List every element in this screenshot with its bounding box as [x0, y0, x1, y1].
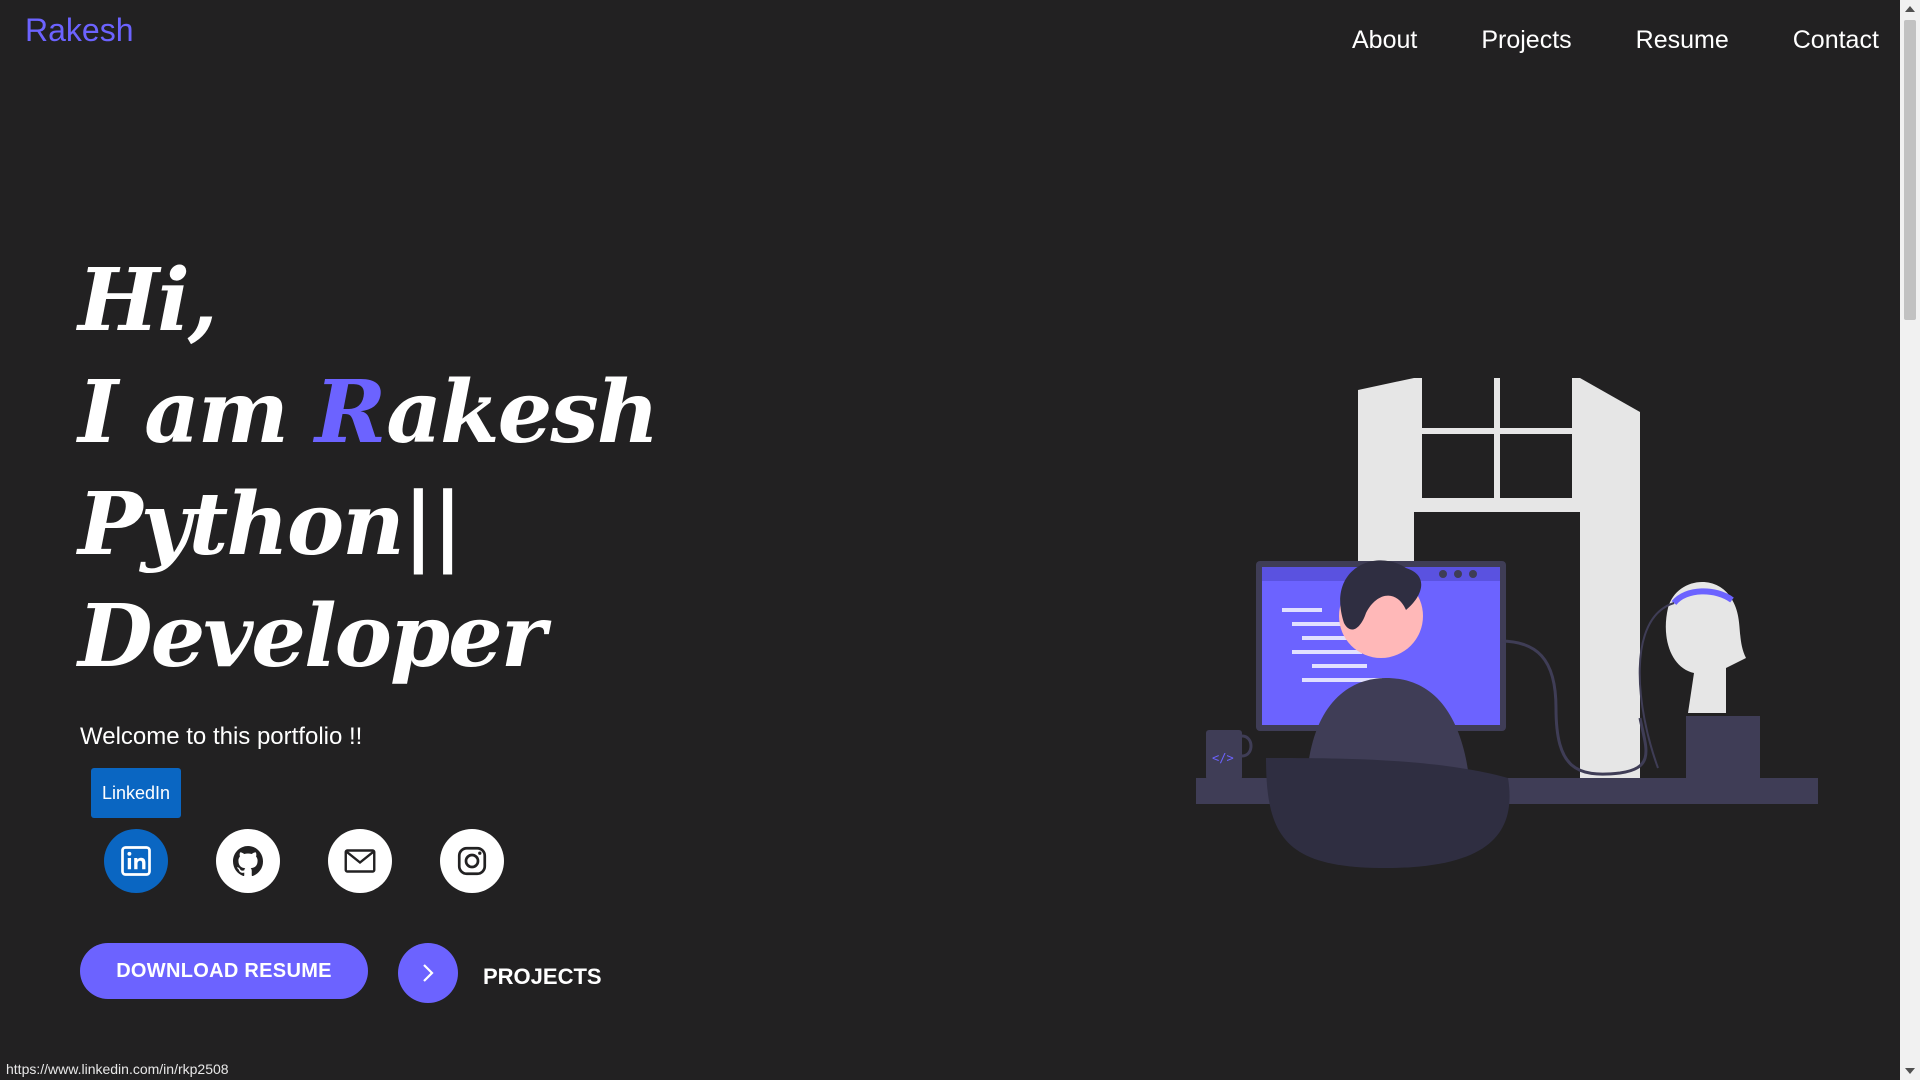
hero-greeting: Hi, — [78, 250, 218, 351]
mail-icon — [344, 849, 376, 873]
hero-heading: Hi, I am Rakesh Python|| Developer — [78, 245, 659, 693]
nav-resume[interactable]: Resume — [1636, 26, 1729, 55]
hero-role: Developer — [78, 586, 546, 687]
nav-projects[interactable]: Projects — [1481, 26, 1571, 55]
chevron-right-icon — [423, 964, 434, 982]
welcome-text: Welcome to this portfolio !! — [80, 723, 363, 750]
scrollbar-thumb[interactable] — [1904, 20, 1916, 320]
email-button[interactable] — [328, 829, 392, 893]
scroll-down-icon[interactable] — [1905, 1068, 1915, 1074]
linkedin-tooltip: LinkedIn — [91, 768, 181, 818]
linkedin-button[interactable] — [104, 829, 168, 893]
instagram-icon — [457, 846, 487, 876]
nav-about[interactable]: About — [1352, 26, 1417, 55]
scroll-up-icon[interactable] — [1905, 6, 1915, 12]
brand-logo[interactable]: Rakesh — [25, 12, 134, 49]
hero-intro: I am Rakesh — [78, 357, 659, 469]
linkedin-icon — [121, 846, 151, 876]
svg-text:</>: </> — [1212, 751, 1234, 765]
page-scrollbar[interactable] — [1900, 0, 1920, 1080]
hero-name-initial: R — [314, 362, 388, 463]
github-button[interactable] — [216, 829, 280, 893]
projects-link[interactable]: PROJECTS — [483, 964, 602, 990]
hero-typing-text: Python|| — [78, 474, 463, 575]
github-icon — [233, 846, 264, 877]
hero-name-rest: akesh — [386, 362, 659, 463]
download-resume-button[interactable]: DOWNLOAD RESUME — [80, 943, 368, 999]
main-nav: About Projects Resume Contact — [1352, 26, 1879, 55]
instagram-button[interactable] — [440, 829, 504, 893]
projects-arrow-button[interactable] — [398, 943, 458, 1003]
hero-intro-prefix: I am — [78, 362, 315, 463]
social-links — [104, 829, 552, 893]
nav-contact[interactable]: Contact — [1793, 26, 1879, 55]
developer-illustration: </> — [1196, 378, 1818, 868]
status-url: https://www.linkedin.com/in/rkp2508 — [0, 1058, 235, 1080]
